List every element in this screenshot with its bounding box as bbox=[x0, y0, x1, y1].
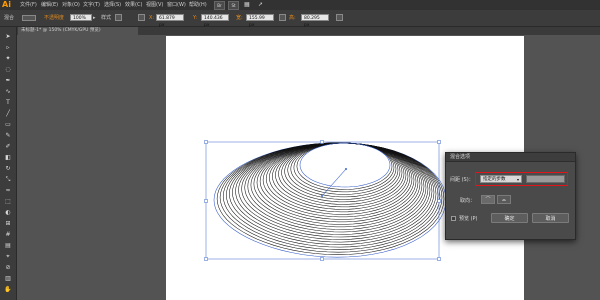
preview-checkbox[interactable] bbox=[451, 216, 456, 221]
blend-artwork[interactable] bbox=[0, 0, 600, 300]
spacing-select-value: 指定的步数 bbox=[483, 177, 506, 182]
ok-button[interactable]: 确定 bbox=[491, 213, 528, 223]
cancel-button[interactable]: 取消 bbox=[532, 213, 569, 223]
spine-anchor-end[interactable] bbox=[344, 167, 348, 171]
align-to-path-icon[interactable]: ⌓ bbox=[497, 195, 511, 204]
spacing-steps-input[interactable] bbox=[526, 175, 565, 183]
spacing-select[interactable]: 指定的步数 ▾ bbox=[480, 175, 522, 183]
blend-steps bbox=[213, 142, 447, 258]
preview-label[interactable]: 预览 (P) bbox=[459, 215, 478, 222]
chevron-down-icon: ▾ bbox=[516, 177, 519, 182]
blend-options-dialog: 混合选项 间距 (S)： 指定的步数 ▾ 取向： ⌒ ⌓ 预览 (P) 确定 取… bbox=[445, 152, 576, 240]
dialog-title: 混合选项 bbox=[446, 153, 575, 162]
spacing-label: 间距 (S)： bbox=[450, 177, 474, 183]
blend-step-path bbox=[299, 142, 391, 188]
align-to-page-icon[interactable]: ⌒ bbox=[481, 195, 495, 204]
spine-anchor-start[interactable] bbox=[320, 194, 324, 198]
orientation-label: 取向： bbox=[460, 198, 476, 204]
